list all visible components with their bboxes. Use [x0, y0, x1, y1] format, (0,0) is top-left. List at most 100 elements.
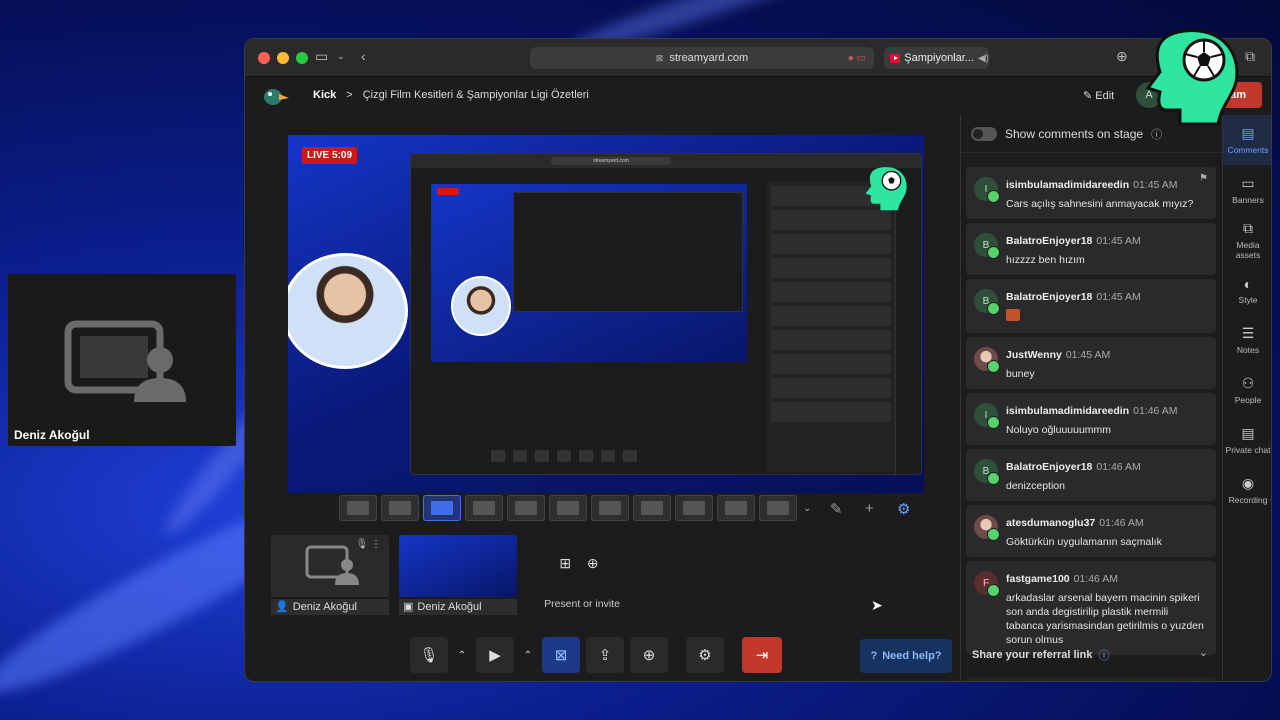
- mic-icon[interactable]: 🎙 ⋮: [356, 539, 381, 550]
- invite-button[interactable]: ⊕: [630, 637, 668, 673]
- backstage-thumb-screen[interactable]: ▣ Deniz Akoğul: [399, 535, 517, 615]
- pencil-icon[interactable]: ✎: [830, 500, 843, 518]
- screen-thumb-image: [399, 535, 517, 597]
- avatar: B: [974, 289, 1000, 315]
- layout-picker: ⌄: [339, 495, 811, 521]
- comment-text: Cars açılış sahnesini anmayacak mıyız?: [1006, 198, 1194, 210]
- present-or-invite[interactable]: ⊞ ⊕ Present or invite: [537, 555, 627, 610]
- comment-item[interactable]: I isimbulamadimidareedin 01:46 AM Noluyo …: [966, 393, 1216, 445]
- backstage-thumb-camera[interactable]: 🎙 ⋮ 👤 Deniz Akoğul: [271, 535, 389, 615]
- comment-item[interactable]: B BalatroEnjoyer18 01:45 AM: [966, 279, 1216, 333]
- chevron-down-icon[interactable]: ⌄: [803, 503, 811, 514]
- banner-icon: ▭: [1241, 175, 1255, 191]
- comment-text: arkadaslar arsenal bayern macinin spiker…: [1006, 592, 1204, 646]
- rail-notes[interactable]: ☰ Notes: [1223, 315, 1271, 365]
- layout-more[interactable]: [759, 495, 797, 521]
- share-screen-button[interactable]: ⇪: [586, 637, 624, 673]
- info-icon[interactable]: ⓘ: [1098, 647, 1109, 663]
- mic-button[interactable]: 🎙: [410, 637, 448, 673]
- comment-text: buney: [1006, 368, 1035, 380]
- camera-button[interactable]: ▶: [476, 637, 514, 673]
- comment-time: 01:45 AM: [1096, 291, 1141, 303]
- chevron-down-icon[interactable]: ⌄: [337, 51, 345, 62]
- rail-label: Recording: [1228, 495, 1268, 505]
- rail-style[interactable]: ◐ Style: [1223, 265, 1271, 315]
- maximize-icon[interactable]: [296, 52, 308, 64]
- show-comments-switch[interactable]: [971, 126, 997, 141]
- mic-options-chevron-icon[interactable]: ⌃: [454, 637, 470, 673]
- live-badge: LIVE 5:09: [302, 147, 358, 164]
- comment-time: 01:45 AM: [1133, 179, 1178, 191]
- people-icon: ⚇: [1241, 375, 1255, 391]
- layout-solo[interactable]: [339, 495, 377, 521]
- nested-stage: [431, 184, 747, 362]
- nested-url: streamyard.com: [551, 157, 671, 165]
- breadcrumb: Kick > Çizgi Film Kesitleri & Şampiyonla…: [313, 89, 589, 101]
- layout-side[interactable]: [591, 495, 629, 521]
- comment-item[interactable]: atesdumanoglu37 01:46 AM Göktürkün uygula…: [966, 505, 1216, 557]
- breadcrumb-root[interactable]: Kick: [313, 89, 336, 101]
- sidebar-icon[interactable]: ▭: [315, 48, 328, 65]
- mascot-head-icon: [865, 167, 907, 211]
- browser-titlebar: ▭ ⌄ ‹ ⊠ streamyard.com ● ▭ Şampiyonlar..…: [245, 39, 1271, 77]
- camera-options-chevron-icon[interactable]: ⌃: [520, 637, 536, 673]
- edit-label: Edit: [1095, 90, 1115, 102]
- comment-item[interactable]: I isimbulamadimidareedin 01:45 AM Cars aç…: [966, 167, 1216, 219]
- comment-time: 01:45 AM: [1096, 235, 1141, 247]
- rail-recording[interactable]: ◉ Recording: [1223, 465, 1271, 515]
- window-controls[interactable]: [258, 52, 308, 64]
- broadcast-stage[interactable]: LIVE 5:09 streamyard.com: [288, 135, 924, 493]
- tab-title: Şampiyonlar...: [904, 52, 974, 64]
- settings-button[interactable]: ⚙: [686, 637, 724, 673]
- avatar: [974, 347, 1000, 373]
- comment-text: hızzzz ben hızım: [1006, 254, 1085, 266]
- chevron-down-icon[interactable]: ⌄: [1199, 646, 1208, 659]
- person-icon: 👤: [275, 601, 289, 613]
- comment-author: isimbulamadimidareedin: [1006, 179, 1130, 191]
- layout-cinema[interactable]: [675, 495, 713, 521]
- comment-text: Noluyo oğluuuuummm: [1006, 424, 1112, 436]
- layout-group[interactable]: [381, 495, 419, 521]
- layout-wide[interactable]: [549, 495, 587, 521]
- layout-split[interactable]: [465, 495, 503, 521]
- rail-label: Banners: [1232, 195, 1264, 205]
- comment-item[interactable]: B BalatroEnjoyer18 01:46 AM denizception: [966, 449, 1216, 501]
- plus-icon[interactable]: +: [865, 500, 874, 517]
- minimize-icon[interactable]: [277, 52, 289, 64]
- rail-private-chat[interactable]: ▤ Private chat: [1223, 415, 1271, 465]
- address-bar[interactable]: ⊠ streamyard.com ● ▭: [530, 47, 874, 69]
- share-referral-link[interactable]: Share your referral link ⓘ: [972, 647, 1109, 663]
- download-icon[interactable]: ⊕: [1116, 48, 1128, 65]
- nested-live-badge: [437, 188, 459, 195]
- screen-icon: ▣: [403, 601, 414, 613]
- browser-tab[interactable]: Şampiyonlar... ◀︎): [884, 47, 989, 69]
- thumb-name: Deniz Akoğul: [417, 601, 482, 613]
- avatar: F: [974, 571, 1000, 597]
- rail-banners[interactable]: ▭ Banners: [1223, 165, 1271, 215]
- speaker-icon[interactable]: ◀︎): [978, 53, 989, 64]
- leave-studio-button[interactable]: ⇥: [742, 637, 782, 673]
- need-help-button[interactable]: ? Need help?: [860, 639, 952, 673]
- comment-item[interactable]: F fastgame100 01:46 AM arkadaslar arsenal…: [966, 561, 1216, 655]
- layout-thin[interactable]: [507, 495, 545, 521]
- stop-share-button[interactable]: ⊠: [542, 637, 580, 673]
- comment-item[interactable]: JustWenny 01:45 AM buney: [966, 337, 1216, 389]
- back-icon[interactable]: ‹: [361, 48, 366, 64]
- avatar: I: [974, 403, 1000, 429]
- gear-icon[interactable]: ⚙: [897, 500, 910, 518]
- close-icon[interactable]: [258, 52, 270, 64]
- rail-media-assets[interactable]: ⧉ Media assets: [1223, 215, 1271, 265]
- tabs-overview-icon[interactable]: ⧉: [1245, 48, 1255, 65]
- comment-item[interactable]: B BalatroEnjoyer18 01:45 AM hızzzz ben hı…: [966, 223, 1216, 275]
- layout-share-selected[interactable]: [423, 495, 461, 521]
- flag-icon[interactable]: ⚑: [1199, 173, 1208, 184]
- breadcrumb-separator: >: [346, 89, 353, 101]
- layout-pip[interactable]: [633, 495, 671, 521]
- rail-people[interactable]: ⚇ People: [1223, 365, 1271, 415]
- backstage-thumbnails: 🎙 ⋮ 👤 Deniz Akoğul ▣ Deniz Akoğul: [271, 535, 517, 615]
- layout-full[interactable]: [717, 495, 755, 521]
- rail-label: Notes: [1236, 345, 1260, 355]
- edit-button[interactable]: ✎ Edit: [1083, 89, 1114, 102]
- nested-controls: [491, 450, 691, 464]
- nested-person-circle: [451, 276, 511, 336]
